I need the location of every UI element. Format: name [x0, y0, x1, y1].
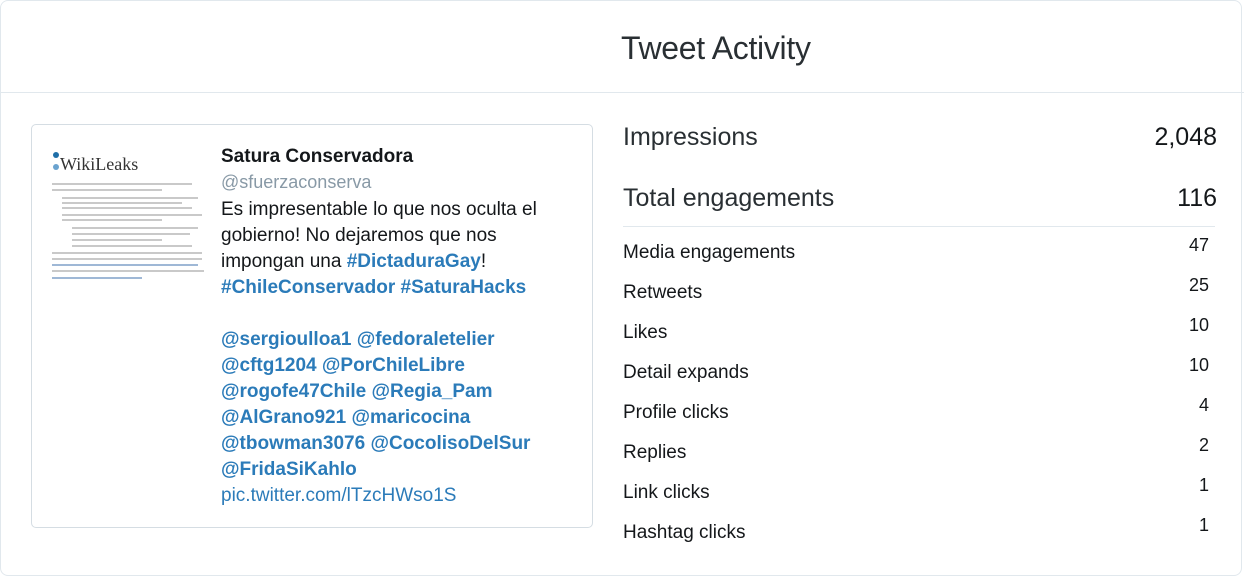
stat-label: Media engagements	[623, 242, 796, 263]
stats-divider	[623, 226, 1215, 227]
impressions-label: Impressions	[623, 123, 758, 151]
tweet-text-part: !	[480, 251, 487, 272]
wikileaks-logo-graphic: WikiLeaks	[53, 152, 138, 174]
engagements-label: Total engagements	[623, 184, 835, 212]
impressions-row: Impressions 2,048	[623, 118, 1217, 179]
media-link[interactable]: pic.twitter.com/lTzcHWso1S	[221, 485, 456, 506]
stat-value: 4	[1198, 395, 1209, 415]
hashtag-link[interactable]: #ChileConservador	[221, 277, 395, 298]
stat-value: 10	[1188, 315, 1209, 335]
tweet-media-thumbnail[interactable]: WikiLeaks	[48, 145, 205, 285]
tweet-stats: Impressions 2,048 Total engagements 116 …	[623, 118, 1217, 543]
mention-links[interactable]: @sergioulloa1 @fedoraletelier	[221, 329, 495, 350]
stat-value: 1	[1198, 475, 1209, 495]
mention-links[interactable]: @rogofe47Chile @Regia_Pam	[221, 381, 492, 402]
mention-links[interactable]: @tbowman3076 @CocolisoDelSur	[221, 433, 530, 454]
impressions-value: 2,048	[1154, 123, 1217, 151]
stat-label: Hashtag clicks	[623, 522, 746, 543]
stat-detail-expands: Detail expands 10	[623, 355, 1217, 396]
panel-header: Tweet Activity	[0, 0, 1244, 93]
mention-links[interactable]: @AlGrano921 @maricocina	[221, 407, 470, 428]
stat-likes: Likes 10	[623, 315, 1217, 356]
engagements-value: 116	[1177, 184, 1217, 212]
stat-media-engagements: Media engagements 47	[623, 235, 1217, 276]
stat-value: 47	[1188, 235, 1209, 255]
stat-value: 2	[1198, 435, 1209, 455]
tweet-card[interactable]: WikiLeaks Satura Conservadora @sfuerzaco…	[31, 124, 593, 528]
stat-label: Detail expands	[623, 362, 749, 383]
engagement-breakdown: Media engagements 47 Retweets 25 Likes 1…	[623, 235, 1217, 556]
author-name[interactable]: Satura Conservadora	[221, 145, 581, 169]
stat-retweets: Retweets 25	[623, 275, 1217, 316]
hashtag-link[interactable]: #DictaduraGay	[347, 251, 481, 272]
stat-profile-clicks: Profile clicks 4	[623, 395, 1217, 436]
logo-hourglass-top	[53, 152, 59, 158]
mention-links[interactable]: @cftg1204 @PorChileLibre	[221, 355, 465, 376]
stat-label: Profile clicks	[623, 402, 729, 423]
stat-value: 25	[1188, 275, 1209, 295]
tweet-text: Es impresentable lo que nos oculta el go…	[221, 197, 581, 509]
logo-wordmark: WikiLeaks	[60, 154, 138, 174]
wikileaks-logo: WikiLeaks	[52, 151, 148, 177]
author-handle[interactable]: @sfuerzaconserva	[221, 169, 581, 195]
stat-label: Replies	[623, 442, 687, 463]
stat-replies: Replies 2	[623, 435, 1217, 476]
stat-label: Link clicks	[623, 482, 710, 503]
stat-link-clicks: Link clicks 1	[623, 475, 1217, 516]
tweet-body: Satura Conservadora @sfuerzaconserva Es …	[221, 145, 581, 509]
stat-hashtag-clicks: Hashtag clicks 1	[623, 515, 1217, 556]
stat-label: Retweets	[623, 282, 703, 303]
stat-value: 10	[1188, 355, 1209, 375]
stat-value: 1	[1198, 515, 1209, 535]
hashtag-link[interactable]: #SaturaHacks	[401, 277, 527, 298]
logo-hourglass-bottom	[53, 164, 59, 170]
engagements-row: Total engagements 116	[623, 179, 1217, 240]
mention-links[interactable]: @FridaSiKahlo	[221, 459, 357, 480]
stat-label: Likes	[623, 322, 668, 343]
panel-title: Tweet Activity	[621, 30, 811, 66]
